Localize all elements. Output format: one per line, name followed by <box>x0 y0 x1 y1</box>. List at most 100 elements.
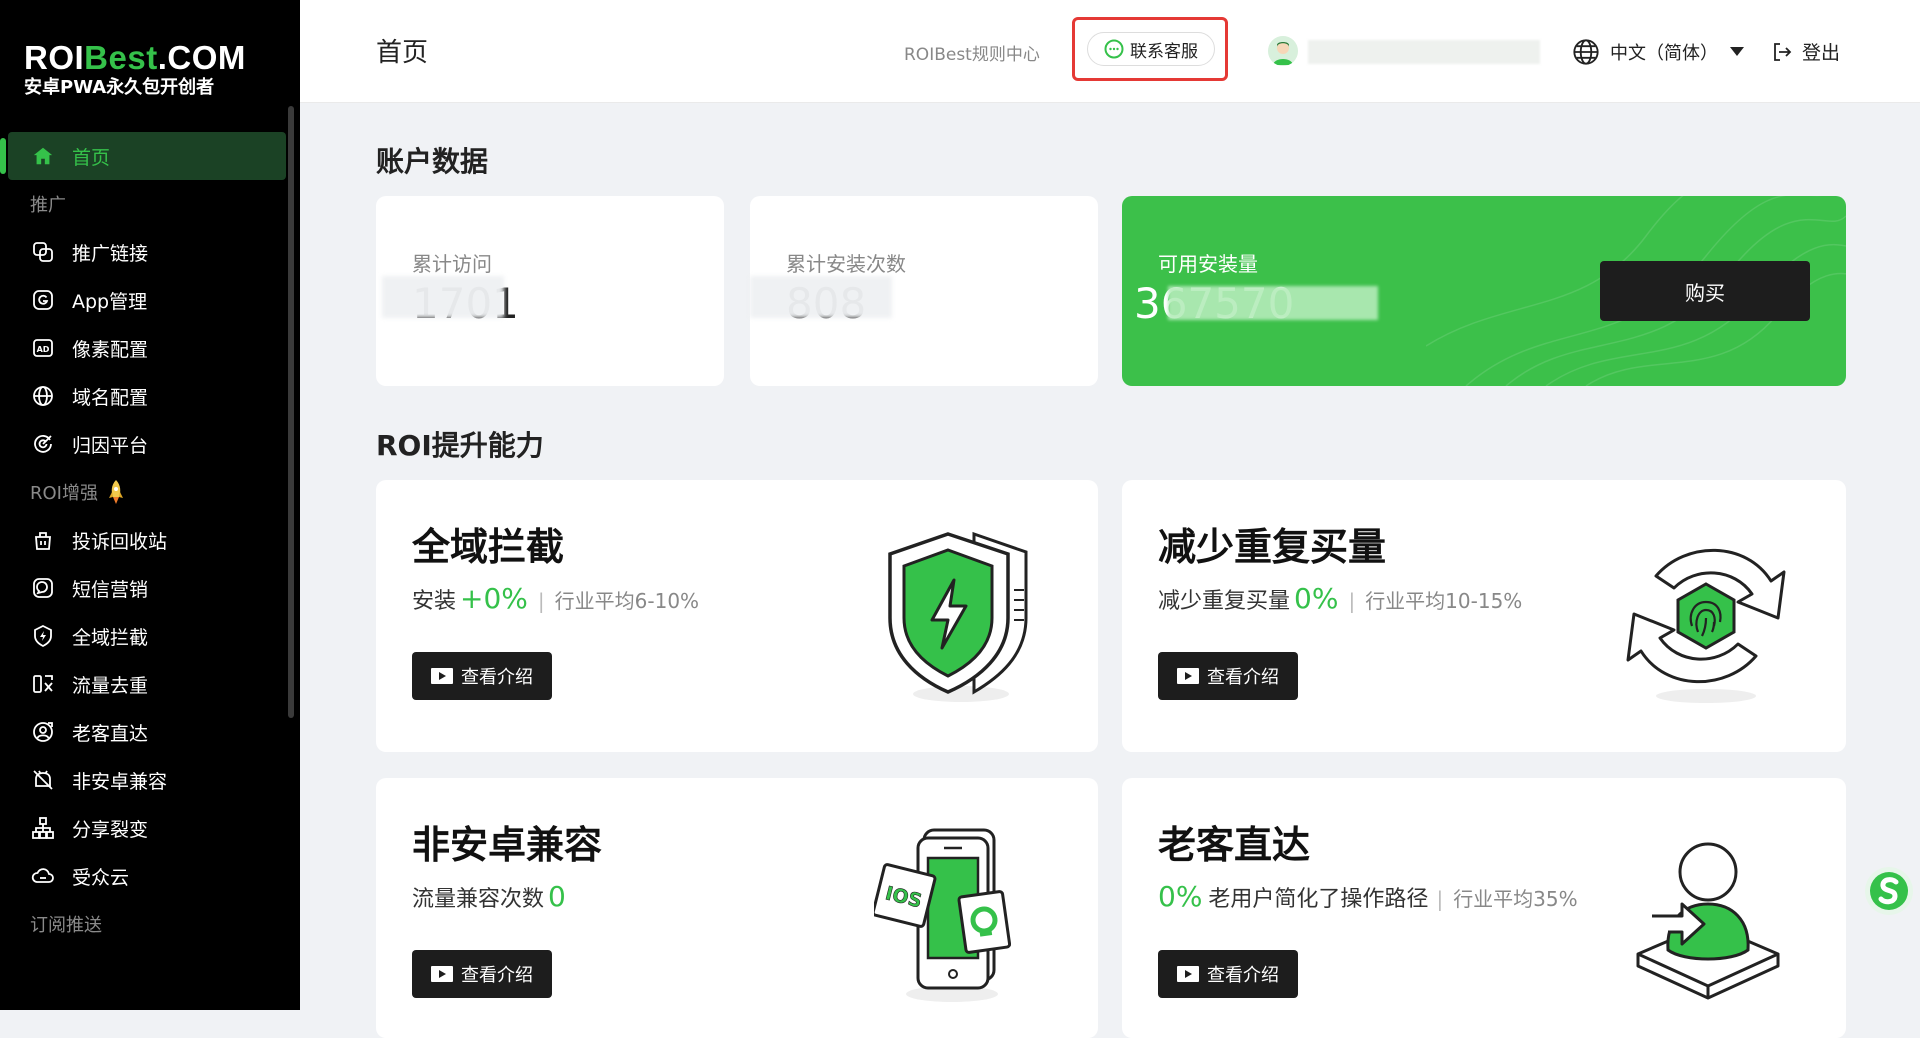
sidebar-item-label: 首页 <box>72 146 111 169</box>
sidebar-item-home[interactable]: 首页 <box>0 132 286 180</box>
stat-total-installs-label: 累计安装次数 <box>786 252 906 276</box>
card-global-block: 全域拦截 安装 +0% | 行业平均6-10% 查看介绍 <box>376 480 1098 752</box>
stat-available-label: 可用安装量 <box>1158 252 1258 276</box>
sidebar-item-traffic-dedup[interactable]: 流量去重 <box>0 660 290 708</box>
fingerprint-recycle-illustration-icon <box>1626 548 1786 703</box>
sidebar-item-audience-cloud[interactable]: 受众云 <box>0 852 290 900</box>
card-industry-average: 行业平均10-15% <box>1365 589 1523 613</box>
svg-text:AD: AD <box>37 345 50 354</box>
floating-assistant-icon[interactable] <box>1864 866 1914 916</box>
view-intro-label: 查看介绍 <box>461 965 533 986</box>
link-icon <box>30 239 56 265</box>
sidebar: ROIBest.COM 安卓PWA永久包开创者 首页 推广 推广链接 App管理… <box>0 0 300 1010</box>
brand-title: ROIBest.COM <box>24 39 246 76</box>
language-label: 中文（简体） <box>1610 43 1718 64</box>
target-icon <box>30 431 56 457</box>
card-title: 全域拦截 <box>412 525 565 569</box>
sidebar-item-label: 域名配置 <box>72 386 149 409</box>
card-metric-separator: | <box>1436 887 1444 911</box>
globe-icon <box>1572 38 1600 66</box>
sidebar-section-roi: ROI增强 <box>0 468 290 516</box>
brand-subtitle: 安卓PWA永久包开创者 <box>24 77 215 98</box>
logout-icon <box>1770 40 1794 64</box>
redaction-overlay <box>1168 286 1378 320</box>
sidebar-item-label: 流量去重 <box>72 674 149 697</box>
page-title: 首页 <box>376 38 429 68</box>
caret-down-icon <box>1730 47 1744 57</box>
sidebar-item-pixel-config[interactable]: AD 像素配置 <box>0 324 290 372</box>
redaction-overlay <box>750 276 892 318</box>
buy-button[interactable]: 购买 <box>1600 261 1810 321</box>
card-metric-label: 减少重复买量 <box>1158 589 1291 614</box>
stat-total-visits: 累计访问 1701 <box>376 196 724 386</box>
shield-bolt-icon <box>30 623 56 649</box>
home-icon <box>30 143 56 169</box>
stat-total-installs: 累计安装次数 808 <box>750 196 1098 386</box>
view-intro-label: 查看介绍 <box>1207 667 1279 688</box>
card-returning-direct: 老客直达 0% 老用户简化了操作路径 | 行业平均35% 查看介绍 <box>1122 778 1846 1038</box>
language-selector[interactable]: 中文（简体） <box>1572 38 1744 66</box>
message-icon <box>30 575 56 601</box>
play-icon <box>1177 668 1199 684</box>
brand-logo[interactable]: ROIBest.COM 安卓PWA永久包开创者 <box>24 40 246 99</box>
phone-compat-illustration-icon: IOS <box>874 828 1012 1002</box>
card-metric-value: 0% <box>1158 880 1203 913</box>
play-icon <box>431 668 453 684</box>
view-intro-button[interactable]: 查看介绍 <box>412 652 552 700</box>
view-intro-button[interactable]: 查看介绍 <box>1158 652 1298 700</box>
dedup-icon <box>30 671 56 697</box>
sidebar-item-label: 受众云 <box>72 866 130 889</box>
sidebar-item-returning-direct[interactable]: 老客直达 <box>0 708 290 756</box>
view-intro-button[interactable]: 查看介绍 <box>412 950 552 998</box>
bin-icon <box>30 527 56 553</box>
sidebar-item-domain-config[interactable]: 域名配置 <box>0 372 290 420</box>
sidebar-item-app-manage[interactable]: App管理 <box>0 276 290 324</box>
card-metric-value: 0% <box>1294 582 1339 615</box>
sidebar-item-label: 投诉回收站 <box>72 530 168 553</box>
play-icon <box>431 966 453 982</box>
roi-section-title: ROI提升能力 <box>376 429 544 462</box>
sidebar-item-label: App管理 <box>72 290 148 313</box>
android-off-icon <box>30 767 56 793</box>
contact-highlight-box: 联系客服 <box>1072 17 1228 81</box>
top-header: 首页 ROIBest规则中心 联系客服 中文（简体） 登出 <box>300 0 1920 103</box>
card-metric-value: 0 <box>548 880 566 913</box>
card-industry-average: 行业平均6-10% <box>554 589 700 613</box>
card-reduce-repeat-buy: 减少重复买量 减少重复买量 0% | 行业平均10-15% 查看介绍 <box>1122 480 1846 752</box>
sidebar-item-label: 像素配置 <box>72 338 149 361</box>
stat-available-installs: 可用安装量 367570 购买 <box>1122 196 1846 386</box>
sidebar-item-label: 老客直达 <box>72 722 149 745</box>
sidebar-item-attribution[interactable]: 归因平台 <box>0 420 290 468</box>
card-metric: 0% 老用户简化了操作路径 | 行业平均35% <box>1158 880 1578 913</box>
sidebar-item-label: 非安卓兼容 <box>72 770 168 793</box>
sidebar-section-roi-label: ROI增强 <box>30 483 98 504</box>
ad-icon: AD <box>30 335 56 361</box>
card-non-android: 非安卓兼容 流量兼容次数 0 查看介绍 IOS <box>376 778 1098 1038</box>
sidebar-item-label: 短信营销 <box>72 578 149 601</box>
view-intro-button[interactable]: 查看介绍 <box>1158 950 1298 998</box>
sidebar-item-sms-marketing[interactable]: 短信营销 <box>0 564 290 612</box>
hierarchy-icon <box>30 815 56 841</box>
rules-center-link[interactable]: ROIBest规则中心 <box>904 40 1040 65</box>
sidebar-item-share-fission[interactable]: 分享裂变 <box>0 804 290 852</box>
card-title: 非安卓兼容 <box>412 823 603 867</box>
card-metric-separator: | <box>537 589 545 613</box>
view-intro-label: 查看介绍 <box>461 667 533 688</box>
sidebar-item-label: 分享裂变 <box>72 818 149 841</box>
card-metric-label: 安装 <box>412 589 457 614</box>
card-metric: 流量兼容次数 0 <box>412 880 568 913</box>
contact-support-label: 联系客服 <box>1130 41 1198 62</box>
sidebar-item-label: 全域拦截 <box>72 626 149 649</box>
sidebar-item-global-block[interactable]: 全域拦截 <box>0 612 290 660</box>
logout-button[interactable]: 登出 <box>1770 38 1840 65</box>
card-metric-value: +0% <box>460 582 528 615</box>
sidebar-section-promo: 推广 <box>30 195 66 216</box>
sidebar-item-promo-link[interactable]: 推广链接 <box>0 228 290 276</box>
sidebar-item-complaint-bin[interactable]: 投诉回收站 <box>0 516 290 564</box>
sidebar-item-non-android[interactable]: 非安卓兼容 <box>0 756 290 804</box>
avatar[interactable] <box>1268 36 1298 66</box>
returning-user-illustration-icon <box>1636 842 1780 1000</box>
contact-support-button[interactable]: 联系客服 <box>1087 32 1215 66</box>
sidebar-item-label: 推广链接 <box>72 242 149 265</box>
stat-total-visits-label: 累计访问 <box>412 252 492 276</box>
